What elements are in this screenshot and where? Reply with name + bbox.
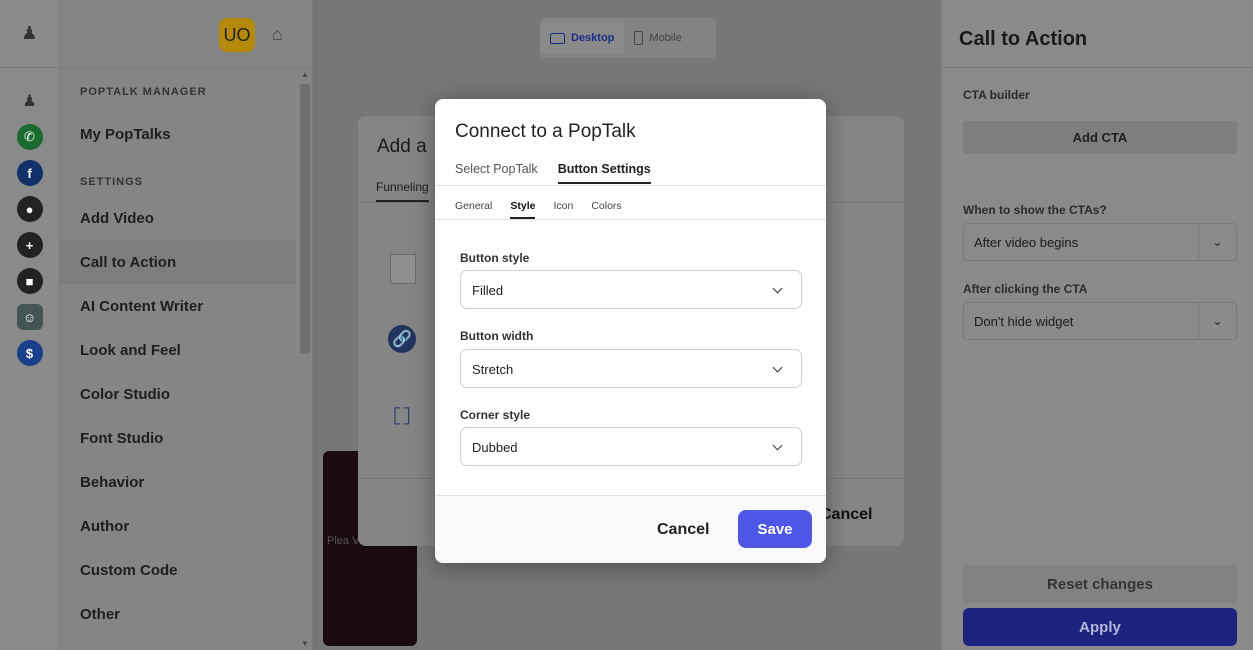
sidebar-item-font-studio[interactable]: Font Studio (60, 416, 296, 460)
panel-title: Call to Action (942, 0, 1253, 68)
sidebar-item-color-studio[interactable]: Color Studio (60, 372, 296, 416)
app-rail: ♟ ♟ ✆ f ● + ■ ☺ $ (0, 0, 60, 650)
tab-button-settings[interactable]: Button Settings (557, 162, 651, 184)
connect-poptalk-dialog: Connect to a PopTalk Select PopTalk Butt… (435, 99, 826, 563)
button-width-select[interactable]: Stretch (460, 349, 802, 388)
sidebar-item-ai-content-writer[interactable]: AI Content Writer (60, 284, 296, 328)
dollar-icon[interactable]: $ (16, 340, 43, 366)
sidebar-item-custom-code[interactable]: Custom Code (60, 548, 296, 592)
subtab-general[interactable]: General (455, 200, 492, 219)
section-heading-settings: SETTINGS (80, 176, 144, 188)
whatsapp-icon[interactable]: ✆ (16, 124, 43, 150)
after-click-select[interactable]: Don't hide widget ⌄ (963, 302, 1237, 340)
sidebar-item-my-poptalks[interactable]: My PopTalks (60, 112, 296, 156)
subtab-icon[interactable]: Icon (553, 200, 573, 219)
subtab-colors[interactable]: Colors (591, 200, 621, 219)
tab-mobile-label: Mobile (649, 32, 682, 44)
home-icon[interactable]: ⌂ (272, 24, 294, 46)
background-cancel-button[interactable]: Cancel (820, 506, 872, 524)
mascot-icon[interactable]: ☺ (16, 304, 43, 330)
button-style-label: Button style (460, 251, 530, 265)
right-panel: Call to Action CTA builder Add CTA When … (941, 0, 1253, 650)
chevron-down-icon[interactable]: ⌄ (1198, 303, 1236, 339)
phone-icon (634, 31, 644, 45)
button-width-value: Stretch (472, 362, 514, 377)
facebook-icon[interactable]: f (16, 160, 43, 186)
background-modal-title: Add a (377, 136, 427, 157)
subtab-style[interactable]: Style (510, 200, 536, 219)
sidebar: UO ⌂ POPTALK MANAGER My PopTalks SETTING… (60, 0, 313, 650)
when-to-show-label: When to show the CTAs? (963, 203, 1107, 217)
sidebar-item-other[interactable]: Other (60, 592, 296, 636)
dialog-tabs: Select PopTalk Button Settings (455, 162, 651, 184)
divider (435, 495, 826, 496)
cancel-button[interactable]: Cancel (657, 521, 709, 539)
sidebar-item-call-to-action[interactable]: Call to Action (60, 240, 296, 284)
tab-funneling[interactable]: Funneling (376, 180, 429, 202)
after-click-value: Don't hide widget (974, 314, 1074, 329)
reset-changes-button[interactable]: Reset changes (963, 565, 1237, 603)
chevron-down-icon[interactable]: ⌄ (1198, 224, 1236, 260)
avatar[interactable]: UO (219, 18, 255, 52)
section-heading-manager: POPTALK MANAGER (80, 86, 207, 98)
corner-style-value: Dubbed (472, 440, 518, 455)
scrollbar-thumb[interactable] (300, 84, 310, 354)
chevron-down-icon[interactable] (772, 283, 783, 294)
corner-style-select[interactable]: Dubbed (460, 427, 802, 466)
button-style-value: Filled (472, 283, 504, 298)
tab-select-poptalk[interactable]: Select PopTalk (455, 162, 538, 184)
sidebar-item-look-and-feel[interactable]: Look and Feel (60, 328, 296, 372)
cta-builder-label: CTA builder (963, 88, 1030, 102)
dialog-title: Connect to a PopTalk (455, 121, 636, 142)
corner-style-label: Corner style (460, 408, 531, 422)
button-style-select[interactable]: Filled (460, 270, 802, 309)
sidebar-item-add-video[interactable]: Add Video (60, 196, 296, 240)
button-width-label: Button width (460, 329, 534, 343)
broken-image-icon[interactable] (390, 254, 416, 284)
chevron-down-icon[interactable] (772, 440, 783, 451)
divider (435, 185, 826, 186)
divider (435, 219, 826, 220)
device-toggle: Desktop Mobile (540, 18, 716, 58)
sidebar-item-author[interactable]: Author (60, 504, 296, 548)
chevron-down-icon[interactable] (772, 362, 783, 373)
sidebar-nav: POPTALK MANAGER My PopTalks SETTINGS Add… (60, 80, 296, 636)
monitor-icon (550, 32, 565, 44)
logo-icon[interactable]: ♟ (17, 88, 43, 114)
sidebar-header: UO ⌂ (60, 0, 312, 68)
apply-button[interactable]: Apply (963, 608, 1237, 646)
when-to-show-select[interactable]: After video begins ⌄ (963, 223, 1237, 261)
dialog-subtabs: General Style Icon Colors (455, 200, 622, 219)
link-icon[interactable]: 🔗 (388, 325, 416, 353)
tab-desktop-label: Desktop (571, 32, 615, 44)
frame-icon[interactable]: ┌ ┐ └ ┘ (390, 399, 416, 431)
tab-desktop[interactable]: Desktop (540, 22, 625, 54)
when-to-show-value: After video begins (974, 235, 1079, 250)
sidebar-scrollbar[interactable]: ▲ ▼ (300, 70, 310, 650)
after-click-label: After clicking the CTA (963, 282, 1088, 296)
logo-icon[interactable]: ♟ (21, 23, 37, 44)
scroll-up-icon[interactable]: ▲ (301, 70, 309, 79)
add-cta-button[interactable]: Add CTA (963, 121, 1237, 154)
rail-header: ♟ (0, 0, 59, 68)
save-button[interactable]: Save (738, 510, 812, 548)
plus-icon[interactable]: + (16, 232, 43, 258)
contact-icon[interactable]: ● (16, 196, 43, 222)
scroll-down-icon[interactable]: ▼ (301, 639, 309, 648)
sidebar-item-behavior[interactable]: Behavior (60, 460, 296, 504)
square-icon[interactable]: ■ (16, 268, 43, 294)
tab-mobile[interactable]: Mobile (624, 22, 691, 54)
